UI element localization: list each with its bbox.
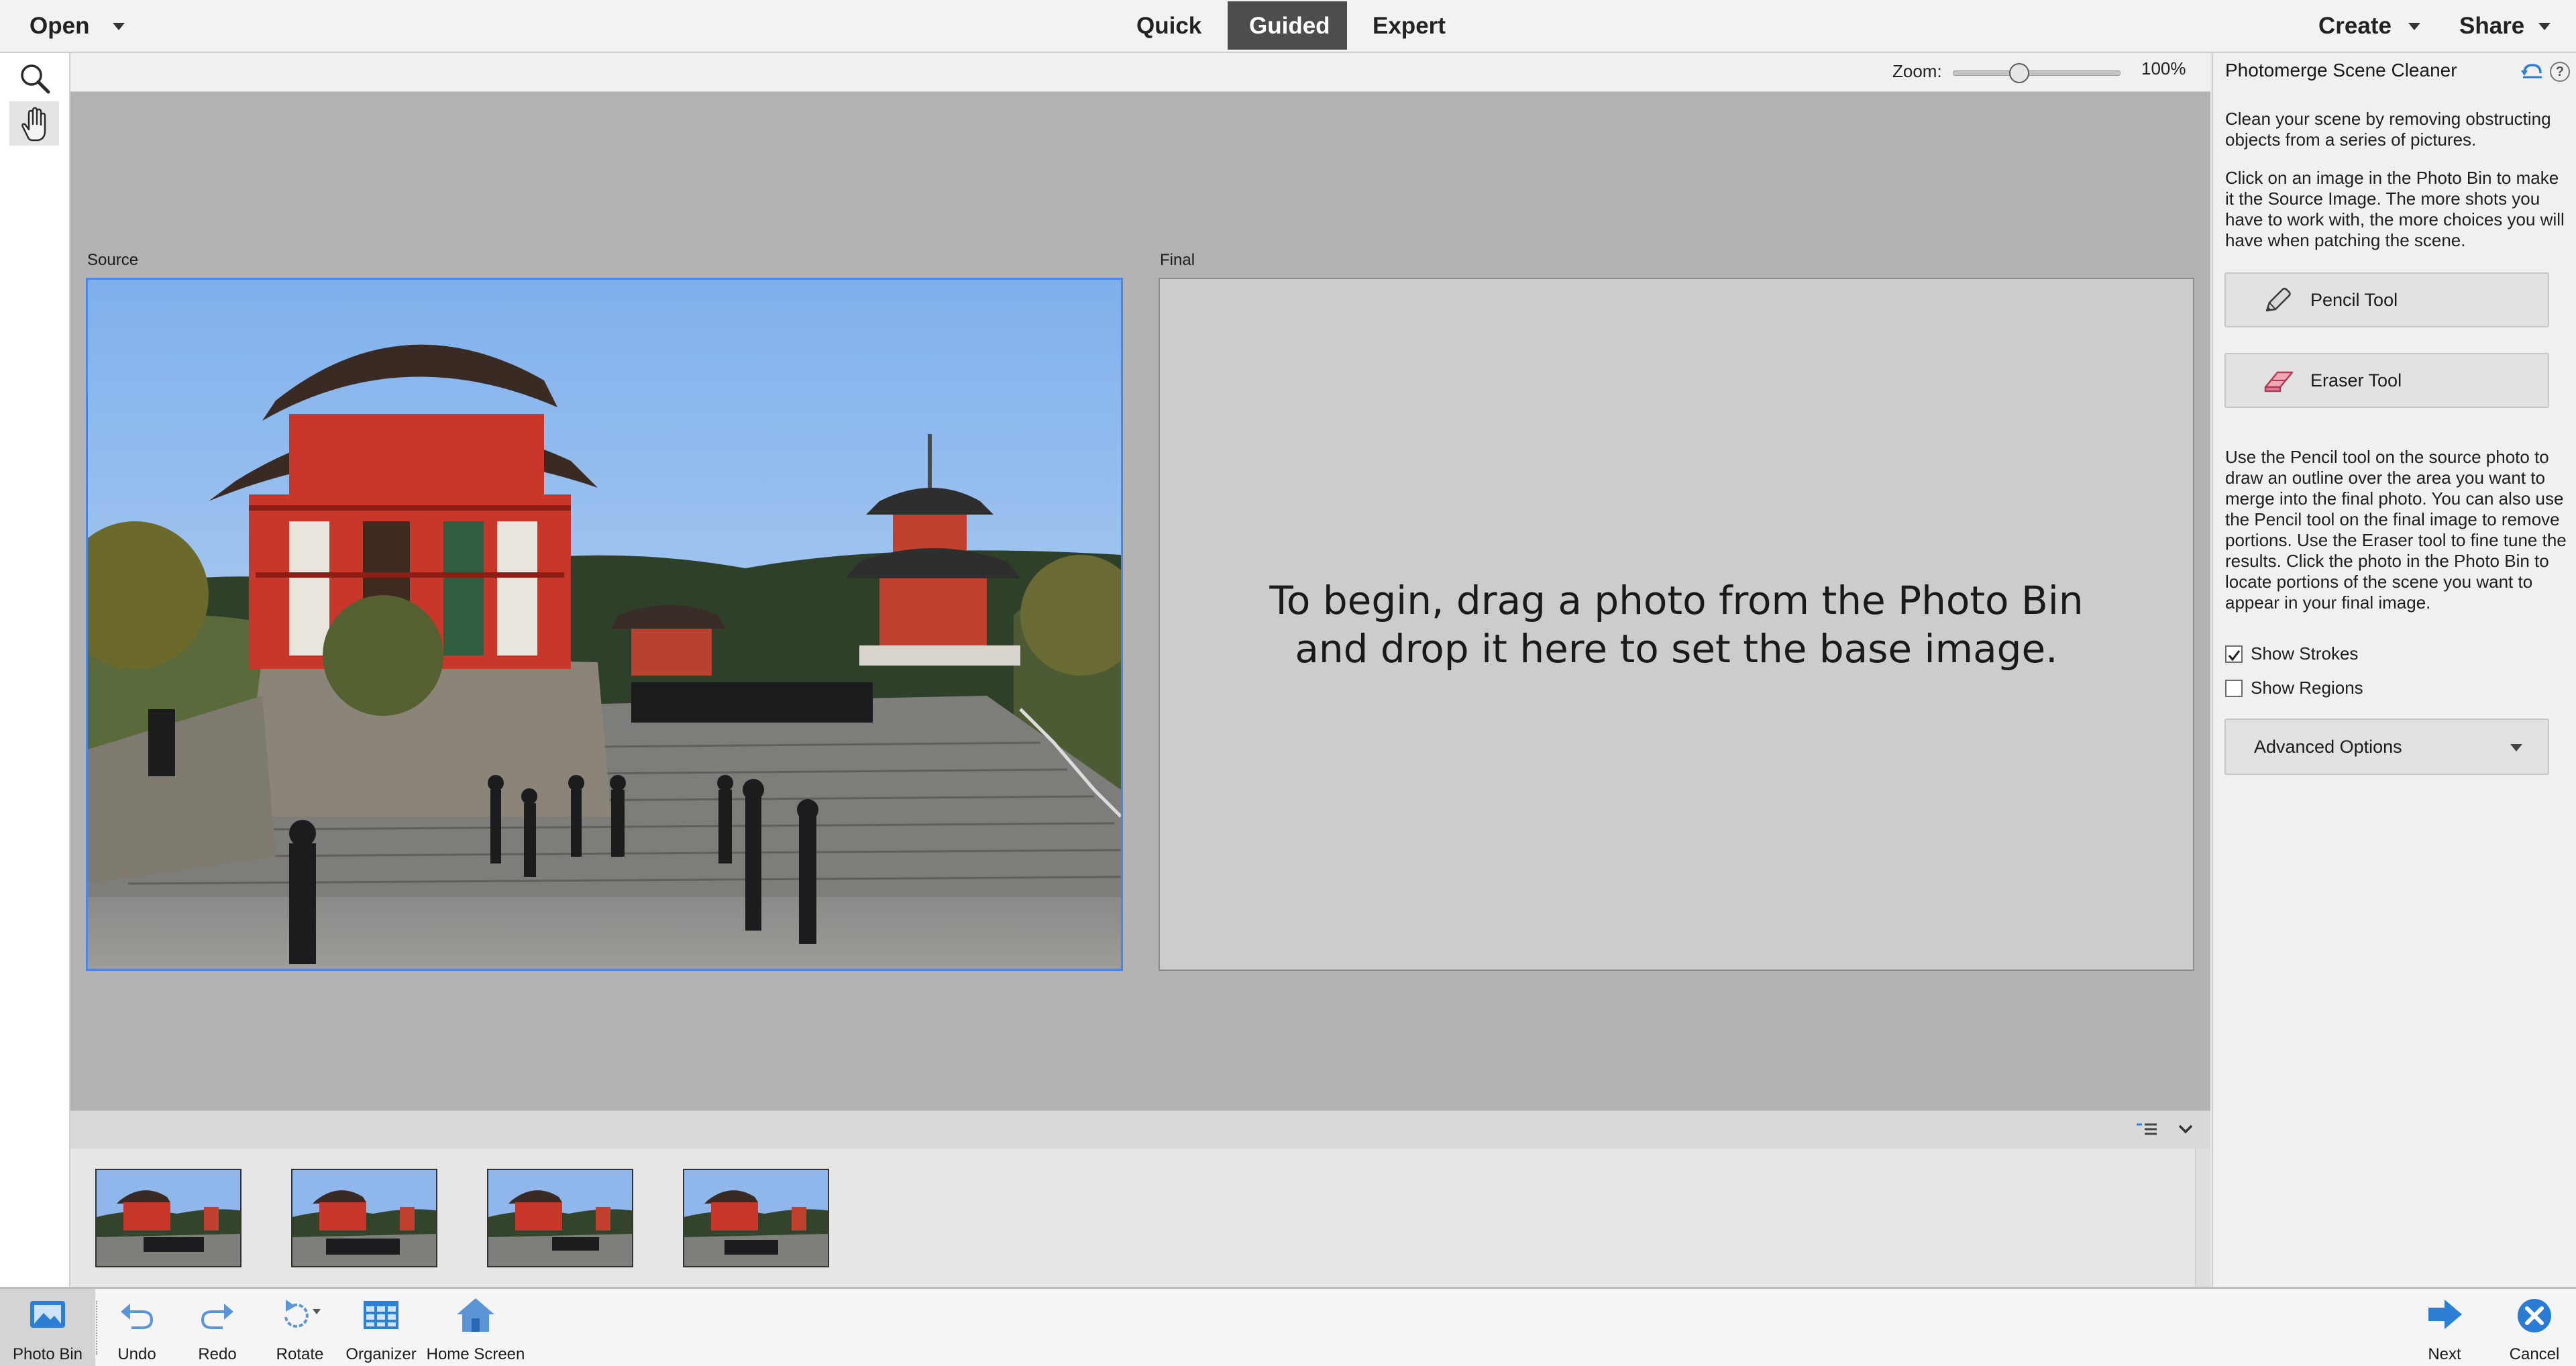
zoom-tool-button[interactable] (9, 56, 59, 100)
source-label: Source (87, 251, 139, 269)
undo-icon (121, 1304, 154, 1329)
redo-label: Redo (198, 1345, 237, 1363)
open-menu[interactable]: Open (30, 0, 89, 52)
close-icon (2518, 1299, 2551, 1332)
zoom-slider-track[interactable] (1953, 70, 2121, 76)
collapse-bin-button[interactable] (2177, 1122, 2194, 1137)
chevron-down-icon (2178, 1124, 2193, 1134)
hand-tool-button[interactable] (9, 101, 59, 146)
redo-icon (201, 1304, 233, 1329)
rotate-button[interactable]: Rotate (270, 1289, 330, 1366)
next-label: Next (2428, 1345, 2461, 1363)
thumbnail-image (488, 1170, 632, 1266)
home-screen-button[interactable]: Home Screen (425, 1289, 527, 1366)
share-menu[interactable]: Share (2459, 0, 2524, 52)
share-dropdown-caret[interactable] (2538, 23, 2551, 30)
undo-button[interactable]: Undo (107, 1289, 166, 1366)
photo-bin-button[interactable]: Photo Bin (0, 1289, 95, 1366)
eraser-tool-button[interactable]: Eraser Tool (2224, 353, 2549, 408)
panel-title: Photomerge Scene Cleaner (2225, 60, 2457, 81)
reset-icon (2521, 64, 2542, 78)
show-regions-label: Show Regions (2251, 678, 2363, 698)
advanced-options-dropdown[interactable]: Advanced Options (2224, 719, 2549, 775)
thumbnail-image (292, 1170, 436, 1266)
show-strokes-box[interactable] (2225, 645, 2243, 663)
list-menu-icon (2137, 1123, 2157, 1135)
help-icon[interactable]: ? (2550, 62, 2570, 82)
tab-expert[interactable]: Expert (1373, 0, 1446, 52)
organizer-icon (364, 1301, 398, 1329)
zoom-slider-thumb[interactable] (2009, 63, 2030, 83)
photo-bin-label: Photo Bin (12, 1345, 83, 1363)
photo-bin-thumbnail[interactable] (95, 1169, 241, 1267)
cancel-button[interactable]: Cancel (2505, 1289, 2564, 1366)
eraser-tool-label: Eraser Tool (2310, 370, 2402, 390)
home-screen-label: Home Screen (426, 1345, 525, 1363)
undo-label: Undo (117, 1345, 156, 1363)
toolbox (0, 53, 70, 1287)
thumbnail-image (684, 1170, 828, 1266)
chevron-down-icon (2510, 744, 2522, 751)
show-regions-box[interactable] (2225, 680, 2243, 697)
pencil-tool-button[interactable]: Pencil Tool (2224, 272, 2549, 327)
photo-bin-thumbnail[interactable] (683, 1169, 829, 1267)
pencil-tool-label: Pencil Tool (2310, 290, 2398, 310)
advanced-options-label: Advanced Options (2254, 737, 2402, 757)
top-menu-bar: Open Quick Guided Expert Create Share (0, 0, 2576, 53)
organizer-label: Organizer (345, 1345, 417, 1363)
organizer-button[interactable]: Organizer (344, 1289, 418, 1366)
tab-quick[interactable]: Quick (1136, 0, 1201, 52)
rotate-label: Rotate (276, 1345, 324, 1363)
create-dropdown-caret[interactable] (2408, 23, 2420, 30)
cancel-label: Cancel (2509, 1345, 2560, 1363)
photo-bin-thumbnail[interactable] (291, 1169, 437, 1267)
source-photo[interactable] (88, 280, 1121, 969)
tab-guided[interactable]: Guided (1249, 0, 1330, 52)
drop-instruction: To begin, drag a photo from the Photo Bi… (1269, 577, 2084, 672)
zoom-label: Zoom: (1892, 61, 1942, 81)
eraser-icon (2264, 371, 2294, 392)
panel-instructions: Click on an image in the Photo Bin to ma… (2225, 168, 2565, 250)
checkmark-icon (2228, 650, 2241, 662)
final-label: Final (1160, 251, 1195, 269)
taskbar-divider (96, 1301, 97, 1355)
photo-bin-thumbnail[interactable] (487, 1169, 633, 1267)
reset-panel-button[interactable] (2520, 61, 2544, 81)
panel-intro: Clean your scene by removing obstructing… (2225, 109, 2551, 150)
photo-bin-scrollbar[interactable] (2195, 1149, 2210, 1287)
panel-help-text: Use the Pencil tool on the source photo … (2225, 447, 2567, 613)
tool-options-bar: Zoom: 100% (70, 53, 2210, 92)
rotate-icon (284, 1300, 321, 1328)
photo-bin-header (70, 1110, 2210, 1149)
bin-options-button[interactable] (2135, 1120, 2158, 1138)
open-dropdown-caret[interactable] (113, 23, 125, 30)
pencil-icon (2265, 287, 2291, 312)
magnifier-icon (21, 64, 50, 94)
photo-bin-icon (30, 1301, 65, 1328)
photo-bin (70, 1149, 2210, 1287)
arrow-right-icon (2428, 1300, 2462, 1329)
bottom-taskbar: Photo Bin Undo Redo Rotate Organizer Hom… (0, 1287, 2576, 1366)
show-strokes-label: Show Strokes (2251, 643, 2359, 664)
final-image-pane[interactable]: To begin, drag a photo from the Photo Bi… (1159, 278, 2194, 971)
hand-icon (21, 107, 46, 142)
next-button[interactable]: Next (2415, 1289, 2474, 1366)
zoom-value: 100% (2141, 58, 2186, 78)
guided-edit-panel: Photomerge Scene Cleaner ? Clean your sc… (2212, 53, 2576, 1287)
source-image-pane[interactable] (86, 278, 1123, 971)
redo-button[interactable]: Redo (188, 1289, 247, 1366)
create-menu[interactable]: Create (2318, 0, 2392, 52)
thumbnail-image (97, 1170, 240, 1266)
home-icon (457, 1298, 494, 1332)
